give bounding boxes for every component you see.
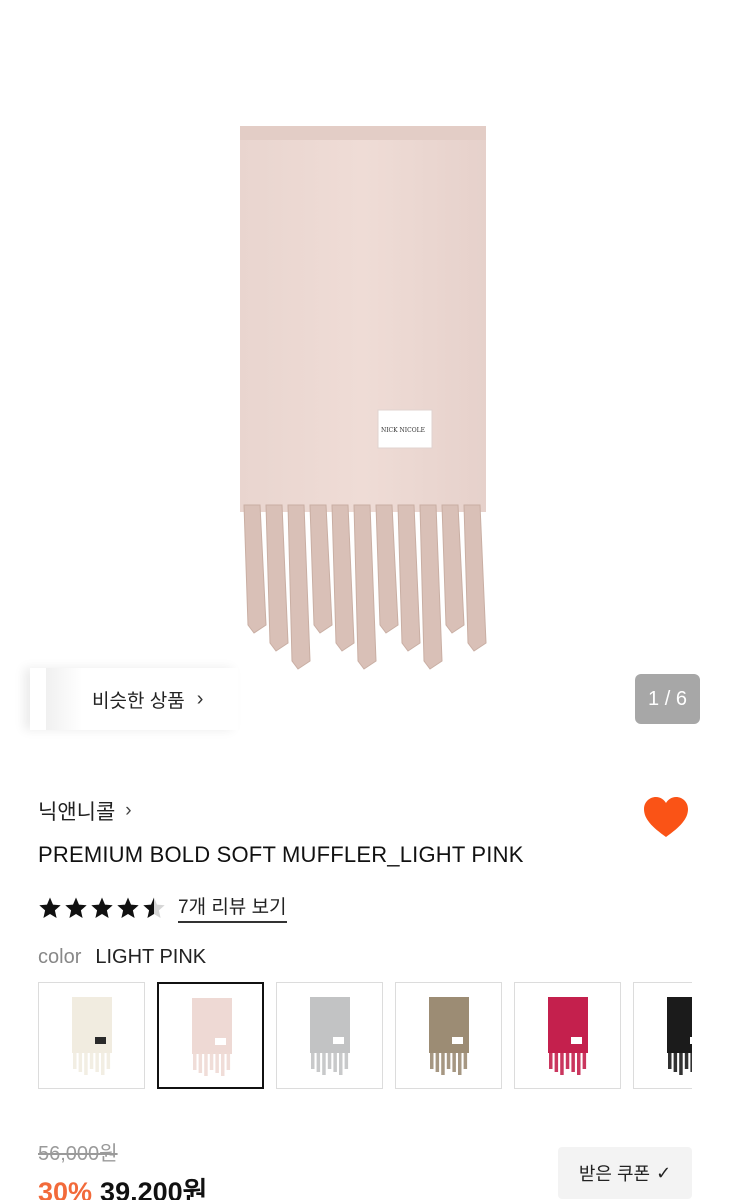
swatch-thumbnail [667,997,692,1075]
fringe-strand [353,504,377,670]
star-icon [65,897,87,918]
discount-rate: 30% [38,1177,93,1200]
received-coupon-button[interactable]: 받은 쿠폰 ✓ [558,1147,692,1199]
chevron-right-icon: › [196,687,204,710]
swatch-thumbnail [548,997,588,1075]
swatch-thumbnail [429,997,469,1075]
fringe-strand [287,504,311,670]
heart-icon[interactable] [642,795,690,839]
color-swatch[interactable] [395,982,502,1089]
color-selection-label: color LIGHT PINK [38,946,206,969]
similar-products-label: 비슷한 상품 [92,690,185,712]
product-image: NICK NICOLE [240,126,487,670]
star-icon [143,897,165,918]
color-label: color [38,946,82,968]
fringe-strand [375,504,399,634]
brand-label-text: NICK NICOLE [381,427,425,434]
heart-shape [644,797,688,837]
fringe-strand [397,504,421,652]
star-icon [91,897,113,918]
coupon-label: 받은 쿠폰 [578,1164,651,1184]
price-row: 30% 39,200원 [38,1170,207,1200]
star-icon [39,897,61,918]
color-value: LIGHT PINK [95,946,207,968]
brand-name: 닉앤니콜 [38,801,116,824]
image-counter: 1 / 6 [635,674,700,724]
similar-products-button[interactable]: 비슷한 상품 › [30,668,238,730]
color-swatch-list [38,982,692,1090]
product-image-gallery[interactable]: NICK NICOLE 비슷한 상품 › 1 / 6 [0,0,730,760]
color-swatch[interactable] [514,982,621,1089]
chevron-right-icon: › [125,800,132,821]
check-icon: ✓ [656,1162,672,1183]
similar-thumb-strip [46,668,82,730]
final-price: 39,200원 [100,1177,208,1200]
rating-row: 7개 리뷰 보기 [38,892,287,923]
swatch-thumbnail [192,998,232,1076]
color-swatch[interactable] [38,982,145,1089]
swatch-thumbnail [310,997,350,1075]
fringe-strand [265,504,289,652]
fringe-strand [309,504,333,634]
color-swatch[interactable] [633,982,692,1089]
star-rating [38,896,166,920]
swatch-thumbnail [72,997,112,1075]
color-swatch[interactable] [276,982,383,1089]
color-swatch[interactable] [157,982,264,1089]
star-icon [117,897,139,918]
product-title: PREMIUM BOLD SOFT MUFFLER_LIGHT PINK [38,842,524,867]
original-price: 56,000원 [38,1143,118,1165]
fringe-strand [463,504,487,652]
fringe-strand [243,504,267,634]
brand-link[interactable]: 닉앤니콜 › [38,796,132,826]
fringe-strand [419,504,443,670]
fringe-strand [441,504,465,634]
fringe-strand [331,504,355,652]
review-link[interactable]: 7개 리뷰 보기 [178,892,287,923]
